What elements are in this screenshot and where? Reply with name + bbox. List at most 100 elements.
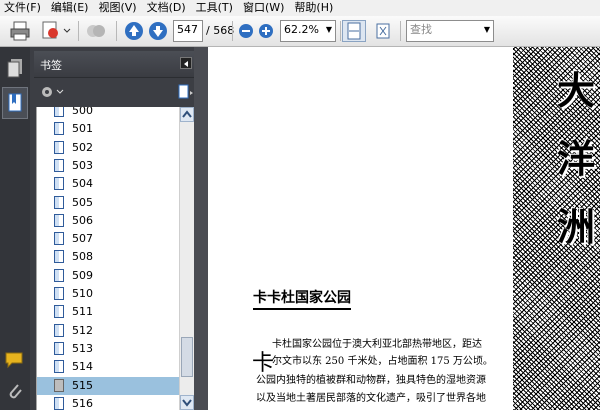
fit-width-icon [347, 22, 361, 40]
search-placeholder: 查找 [410, 23, 432, 36]
bookmark-item[interactable]: 513 [37, 340, 180, 358]
bookmark-item[interactable]: 509 [37, 267, 180, 285]
bookmark-page-icon [54, 213, 64, 227]
bookmark-page-icon [54, 287, 64, 300]
pages-icon [7, 59, 22, 78]
bookmark-label: 516 [72, 396, 93, 410]
toolbar-separator [232, 21, 233, 41]
menu-window[interactable]: 窗口(W) [239, 0, 290, 16]
create-pdf-button[interactable] [40, 20, 72, 42]
arrow-down-icon [149, 22, 167, 40]
bookmark-item[interactable]: 504 [37, 175, 180, 193]
page-number-input[interactable]: 547 [173, 20, 203, 42]
bookmark-icon [8, 93, 22, 112]
bookmark-item[interactable]: 512 [37, 322, 180, 340]
bookmark-label: 514 [72, 360, 93, 374]
bookmark-page-icon [54, 140, 64, 154]
print-button[interactable] [8, 20, 32, 42]
zoom-in-button[interactable] [258, 20, 274, 42]
bookmark-label: 500 [72, 107, 93, 117]
bookmark-item[interactable]: 511 [37, 303, 180, 321]
bookmark-label: 512 [72, 323, 93, 337]
zoom-out-icon [239, 24, 253, 38]
bookmark-item[interactable]: 500 [37, 107, 180, 120]
bookmark-item[interactable]: 515 [37, 376, 180, 395]
previous-page-button[interactable] [124, 20, 144, 42]
bookmark-label: 509 [72, 268, 93, 282]
body-line: 尔文市以东 250 千米处，占地面积 175 万公顷。 [272, 356, 493, 367]
zoom-out-button[interactable] [238, 20, 254, 42]
fit-width-button[interactable] [342, 20, 366, 42]
body-line: 公园内独特的植被群和动物群，独具特色的湿地资源 [256, 375, 486, 386]
chapter-title-char: 洋 [556, 136, 595, 181]
panel-header: 书签 [34, 51, 198, 78]
bookmark-item[interactable]: 501 [37, 120, 180, 138]
bookmark-label: 510 [72, 287, 93, 300]
zoom-select[interactable]: 62.2% ▼ [280, 20, 336, 42]
menu-help[interactable]: 帮助(H) [290, 0, 339, 16]
bookmark-page-icon [54, 268, 64, 282]
scroll-up-button[interactable] [180, 107, 194, 122]
bookmark-page-icon [54, 195, 64, 209]
bookmark-label: 507 [72, 232, 93, 246]
bookmark-label: 502 [72, 140, 93, 154]
chapter-title-char: 大 [556, 68, 595, 113]
bookmark-page-icon [54, 396, 64, 410]
scroll-down-button[interactable] [180, 395, 194, 410]
full-screen-button[interactable] [372, 20, 394, 42]
bookmark-scrollbar[interactable] [179, 107, 194, 410]
attachments-button[interactable] [2, 377, 28, 409]
collapse-panel-button[interactable] [180, 57, 192, 69]
panel-splitter[interactable] [194, 47, 208, 410]
bookmarks-button[interactable] [2, 87, 28, 119]
panel-title: 书签 [40, 59, 62, 72]
menu-document[interactable]: 文档(D) [143, 0, 192, 16]
document-view[interactable]: 大 洋 洲 卡卡杜国家公园 卡 卡杜国家公园位于澳大利亚北部热带地区，距达 尔文… [208, 47, 600, 410]
bookmark-list: 500 501 502 503 504 505 506 507 508 509 510 511 512 5… [36, 107, 180, 410]
comment-icon [5, 352, 23, 369]
next-page-button[interactable] [148, 20, 168, 42]
zoom-value: 62.2% [284, 23, 319, 36]
bookmark-item[interactable]: 510 [37, 285, 180, 303]
bookmark-label: 501 [72, 122, 93, 136]
bookmark-item[interactable]: 508 [37, 248, 180, 266]
bookmark-label: 511 [72, 305, 93, 319]
bookmark-item[interactable]: 502 [37, 139, 180, 157]
scroll-thumb[interactable] [181, 337, 193, 377]
search-input[interactable]: 查找 ▼ [406, 20, 494, 42]
chevron-down-icon: ▼ [325, 25, 332, 34]
bookmark-item[interactable]: 503 [37, 157, 180, 175]
zoom-in-icon [259, 24, 273, 38]
toolbar-separator [400, 21, 401, 41]
pages-button[interactable] [2, 53, 28, 85]
bookmark-page-icon [54, 232, 64, 246]
menu-view[interactable]: 视图(V) [94, 0, 142, 16]
chevron-down-icon [182, 399, 192, 407]
bookmark-item[interactable]: 506 [37, 212, 180, 230]
bookmark-page-icon [54, 122, 64, 136]
collaborate-button[interactable] [84, 20, 110, 42]
bookmark-item[interactable]: 505 [37, 194, 180, 212]
bookmark-label: 513 [72, 341, 93, 355]
chapter-title: 大 洋 洲 [553, 57, 599, 261]
body-line: 以及当地土著居民部落的文化遗产，吸引了世界各地 [256, 393, 486, 404]
bookmark-page-icon [54, 158, 64, 172]
bookmark-item[interactable]: 516 [37, 395, 180, 410]
toolbar: 547 / 568 62.2% ▼ 查找 ▼ [0, 16, 600, 47]
new-bookmark-button[interactable] [176, 83, 196, 101]
comments-button[interactable] [2, 345, 28, 377]
menu-tools[interactable]: 工具(T) [192, 0, 239, 16]
menu-edit[interactable]: 编辑(E) [47, 0, 95, 16]
new-bookmark-icon [178, 84, 193, 99]
toolbar-separator [116, 21, 117, 41]
options-button[interactable] [38, 83, 66, 101]
chevron-up-icon [182, 110, 192, 118]
bookmark-label: 515 [72, 378, 93, 392]
bookmark-item[interactable]: 507 [37, 230, 180, 248]
menu-file[interactable]: 文件(F) [0, 0, 47, 16]
bookmark-page-icon [54, 360, 64, 374]
gear-icon [42, 87, 64, 97]
bookmark-page-icon [54, 341, 64, 355]
bookmark-label: 505 [72, 195, 93, 209]
bookmark-item[interactable]: 514 [37, 358, 180, 376]
